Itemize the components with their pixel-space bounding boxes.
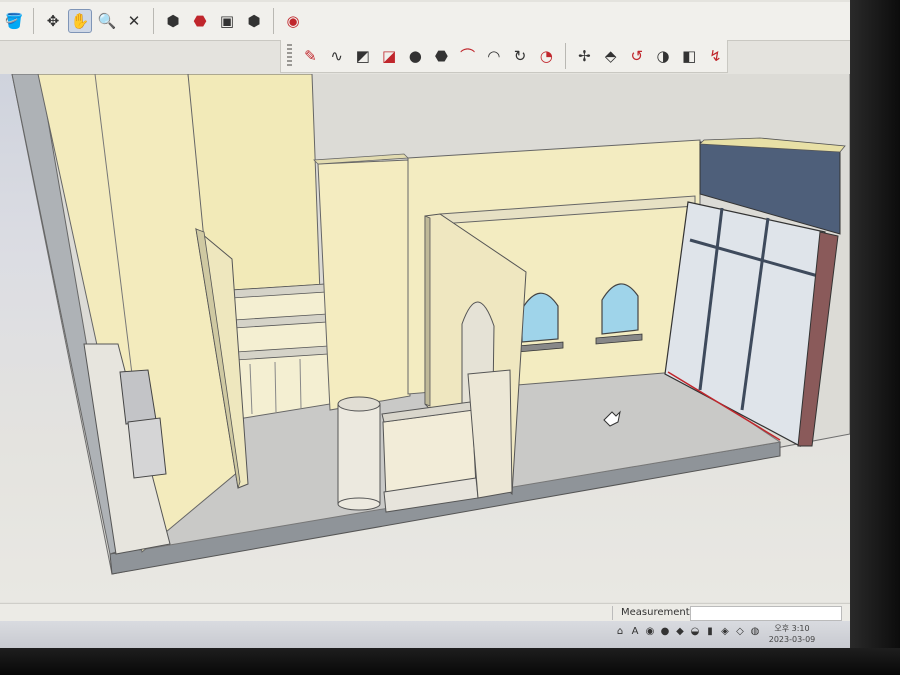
pan-hand-icon[interactable]: ✋ (68, 9, 92, 33)
layout-icon[interactable]: ▣ (215, 9, 239, 33)
wifi-icon[interactable]: ◒ (689, 626, 701, 638)
security-icon[interactable]: ◈ (719, 626, 731, 638)
clock-time: 오후 3:10 (774, 624, 810, 633)
circle-icon[interactable]: ● (404, 44, 427, 68)
status-bar: Measurements (0, 603, 850, 622)
pencil-icon[interactable]: ✎ (299, 44, 322, 68)
screen: 🪣 ✥ ✋ 🔍 ✕ ⬢ ⬣ ▣ ⬢ ◉ ✎ ∿ ◩ ◪ ● ⬣ ⌒ ◠ ↻ ◔ ✢ ⬘ ↺ ◑ ◧ ↯ (0, 0, 850, 648)
network-icon[interactable]: ⌂ (614, 626, 626, 638)
warehouse-icon[interactable]: ⬢ (161, 9, 185, 33)
app-icon-1[interactable]: ◉ (644, 626, 656, 638)
toolbar-separator (33, 8, 34, 34)
fireplace-ledge (127, 417, 167, 479)
two-point-arc-icon[interactable]: ◠ (482, 44, 505, 68)
toolbar-grip[interactable] (287, 44, 292, 68)
zoom-extents-icon[interactable]: ✕ (122, 9, 146, 33)
toolbar-separator (564, 43, 566, 69)
taskbar-clock[interactable]: 오후 3:10 2023-03-09 (758, 623, 826, 645)
follow-me-icon[interactable]: ◑ (651, 44, 674, 68)
clock-date: 2023-03-09 (768, 635, 816, 644)
taskbar: ⌂ A ◉ ● ◆ ◒ ▮ ◈ ◇ ◍ 오후 3:10 2023-03-09 (0, 621, 850, 648)
scale-icon[interactable]: ◧ (678, 44, 701, 68)
measurements-input[interactable] (690, 606, 842, 621)
rectangle-icon[interactable]: ◩ (351, 44, 374, 68)
arch-wall-edge (424, 215, 431, 407)
monitor-bezel-bottom (0, 648, 900, 675)
main-toolbar: 🪣 ✥ ✋ 🔍 ✕ ⬢ ⬣ ▣ ⬢ ◉ (0, 2, 850, 41)
toolbar-separator (273, 8, 274, 34)
paint-bucket-icon[interactable]: 🪣 (2, 9, 26, 33)
freehand-icon[interactable]: ∿ (325, 44, 348, 68)
app-icon-2[interactable]: ● (659, 626, 671, 638)
central-column (317, 159, 411, 411)
keyboard-icon[interactable]: A (629, 626, 641, 638)
arc-icon[interactable]: ⌒ (456, 44, 479, 68)
arched-window-1 (521, 292, 559, 343)
cylinder-body (337, 403, 381, 505)
battery-icon[interactable]: ▮ (704, 626, 716, 638)
monitor-bezel-right (850, 0, 900, 675)
pie-icon[interactable]: ◔ (535, 44, 558, 68)
system-tray: ⌂ A ◉ ● ◆ ◒ ▮ ◈ ◇ ◍ (614, 626, 761, 638)
speaker-icon[interactable]: ◆ (674, 626, 686, 638)
move-icon[interactable]: ✢ (573, 44, 596, 68)
update-icon[interactable]: ◇ (734, 626, 746, 638)
drawing-toolbar: ✎ ∿ ◩ ◪ ● ⬣ ⌒ ◠ ↻ ◔ ✢ ⬘ ↺ ◑ ◧ ↯ (280, 40, 728, 73)
account-icon[interactable]: ◉ (281, 9, 305, 33)
polygon-icon[interactable]: ⬣ (430, 44, 453, 68)
three-point-arc-icon[interactable]: ↻ (508, 44, 531, 68)
offset-icon[interactable]: ↯ (704, 44, 727, 68)
rotated-rectangle-icon[interactable]: ◪ (377, 44, 400, 68)
3d-viewport[interactable] (0, 74, 850, 602)
cylinder-bottom (337, 497, 381, 511)
push-pull-icon[interactable]: ⬘ (599, 44, 622, 68)
model-scene (11, 74, 850, 575)
arched-window-2 (601, 283, 639, 335)
toolbar-separator (153, 8, 154, 34)
orbit-icon[interactable]: ✥ (41, 9, 65, 33)
zoom-icon[interactable]: 🔍 (95, 9, 119, 33)
extension-warehouse-icon[interactable]: ⬢ (242, 9, 266, 33)
share-model-icon[interactable]: ⬣ (188, 9, 212, 33)
rotate-icon[interactable]: ↺ (625, 44, 648, 68)
cylinder-top (337, 396, 381, 412)
